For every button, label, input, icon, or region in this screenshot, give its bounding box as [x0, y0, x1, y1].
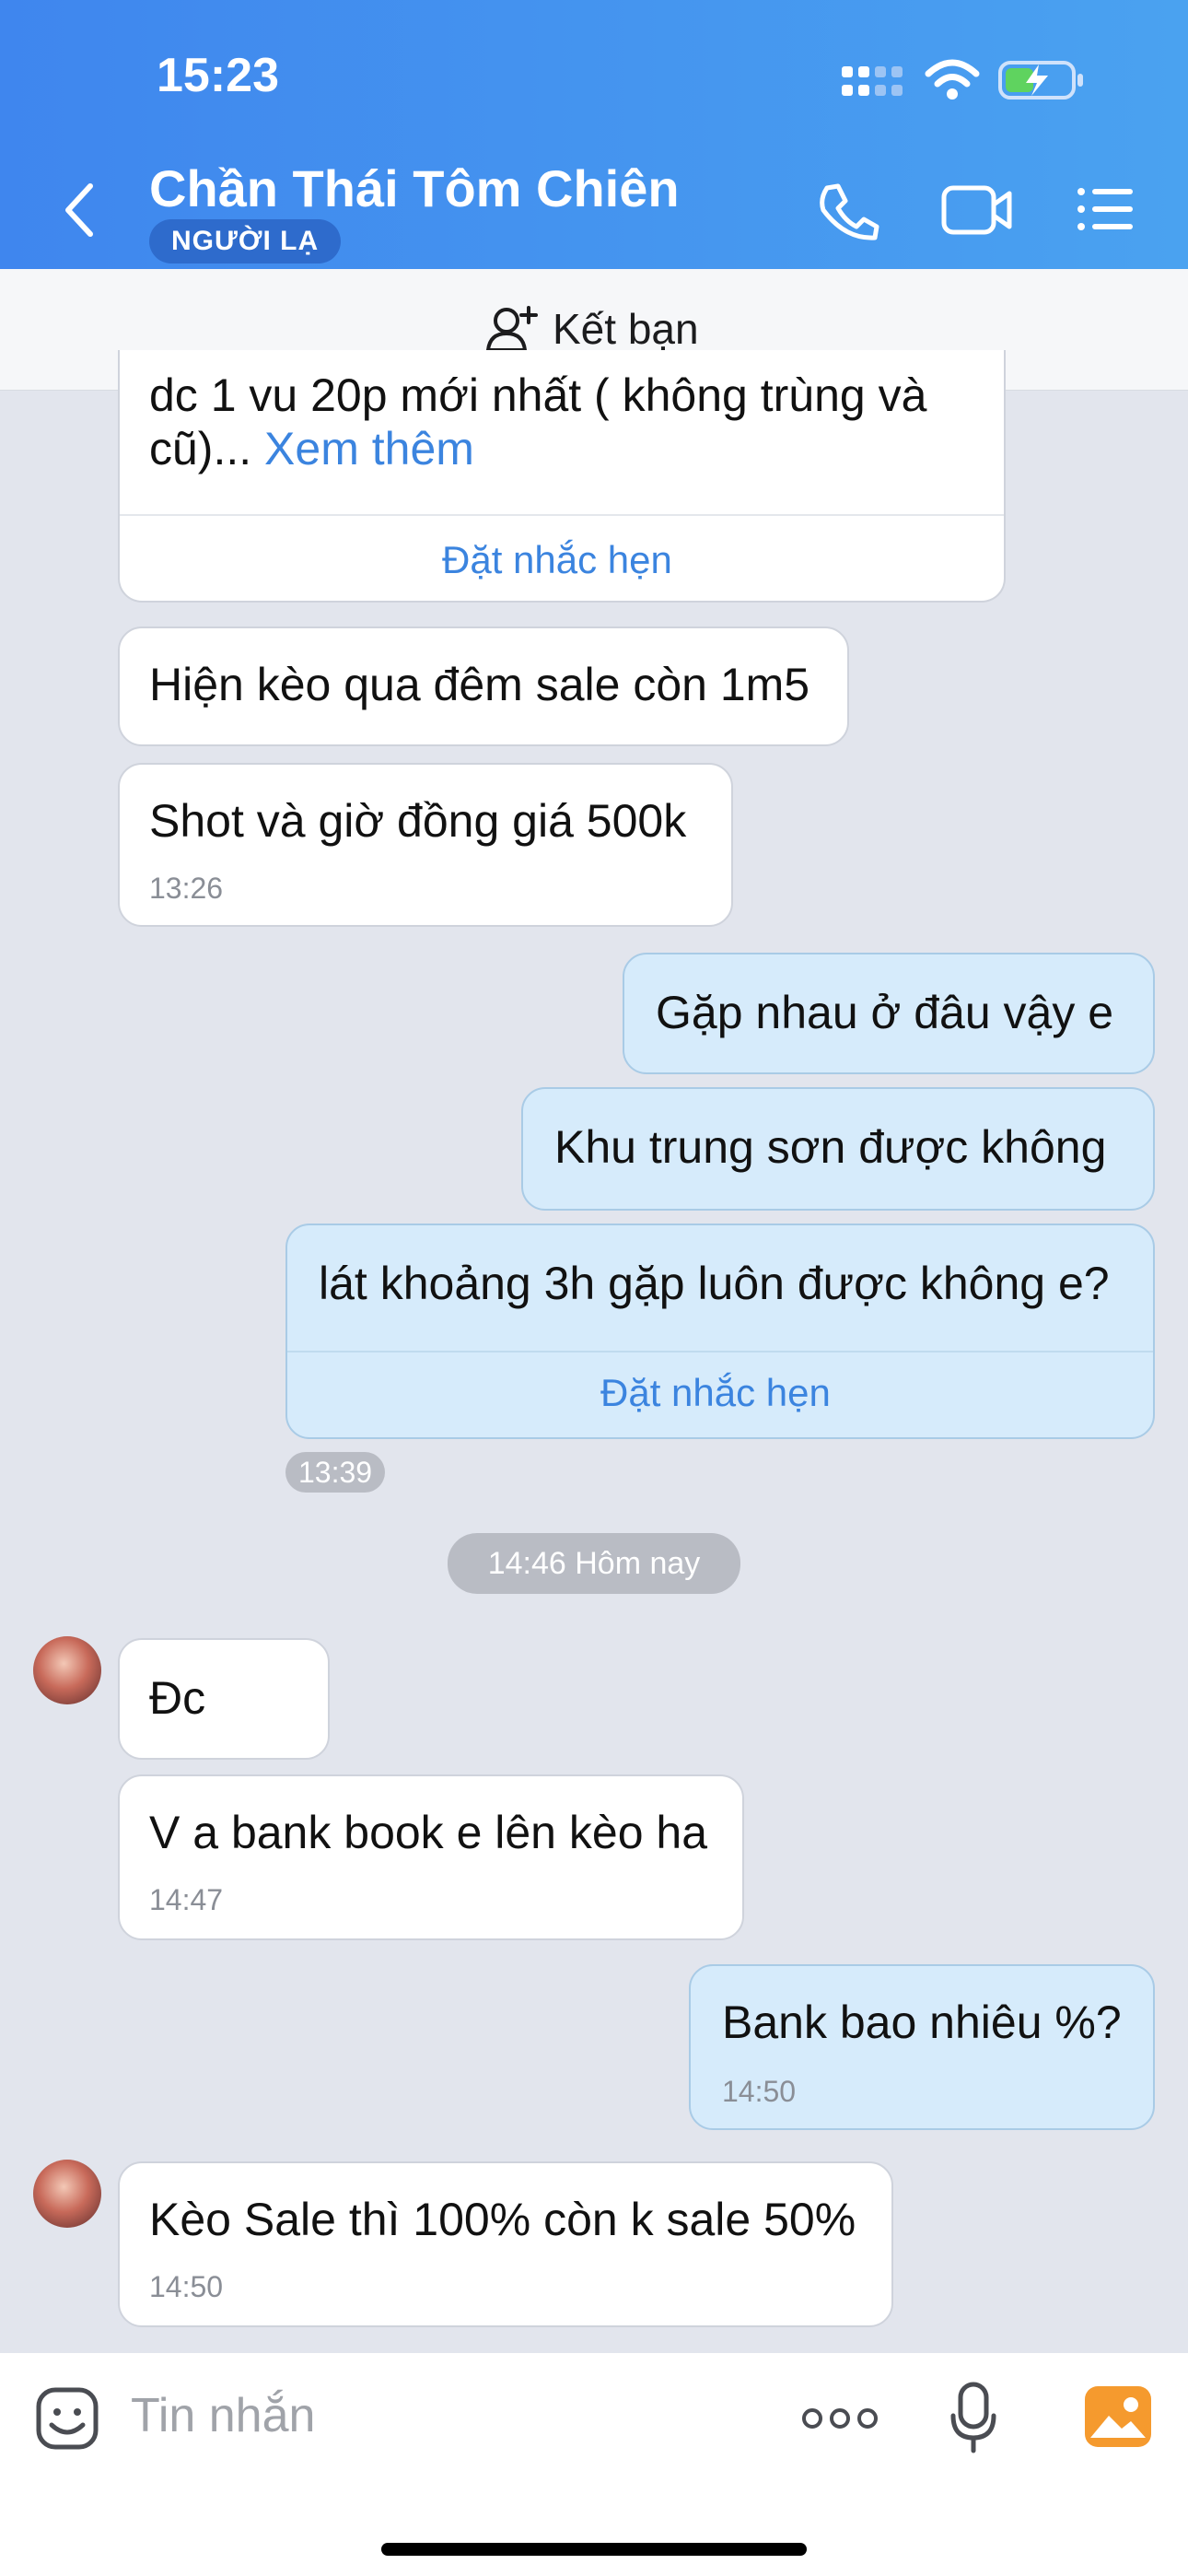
divider [120, 514, 1004, 516]
signal-icon [842, 66, 903, 96]
message-text: V a bank book e lên kèo ha [149, 1807, 708, 1858]
video-icon[interactable] [941, 184, 1013, 236]
stranger-badge: NGƯỜI LẠ [149, 219, 342, 263]
battery-icon [998, 61, 1083, 100]
message-text: Gặp nhau ở đâu vậy e [656, 987, 1114, 1038]
more-icon[interactable] [801, 2405, 879, 2432]
contact-name[interactable]: Chần Thái Tôm Chiên [149, 158, 680, 218]
message-input[interactable]: Tin nhắn [131, 2388, 315, 2443]
avatar[interactable] [33, 2160, 101, 2228]
message-text: Kèo Sale thì 100% còn k sale 50% [149, 2194, 856, 2245]
message-text: Bank bao nhiêu %? [722, 1996, 1122, 2048]
status-time: 15:23 [157, 49, 279, 102]
message-text: dc 1 vu 20p mới nhất ( không trùng và [149, 369, 927, 421]
menu-icon[interactable] [1076, 186, 1135, 232]
set-reminder-button[interactable]: Đặt nhắc hẹn [442, 538, 672, 582]
wifi-icon [925, 59, 980, 100]
add-friend-label[interactable]: Kết bạn [553, 304, 699, 354]
mic-icon[interactable] [950, 2381, 996, 2454]
message-time: 13:26 [149, 872, 224, 905]
message-time: 14:50 [149, 2270, 224, 2303]
message-time: 14:47 [149, 1883, 224, 1916]
message-time: 13:39 [285, 1452, 386, 1493]
add-friend-icon [486, 306, 538, 352]
set-reminder-button[interactable]: Đặt nhắc hẹn [600, 1371, 831, 1415]
divider [287, 1351, 1153, 1352]
phone-icon[interactable] [818, 182, 879, 240]
message-text: Khu trung sơn được không [554, 1121, 1107, 1173]
home-indicator [381, 2543, 807, 2556]
message-text: lát khoảng 3h gặp luôn được không e? [319, 1258, 1110, 1309]
message-time: 14:50 [722, 2075, 797, 2108]
sticker-icon[interactable] [35, 2386, 99, 2451]
gallery-icon[interactable] [1083, 2384, 1153, 2449]
message-text: Hiện kèo qua đêm sale còn 1m5 [149, 659, 810, 710]
date-separator: 14:46 Hôm nay [448, 1533, 740, 1594]
message-text: Shot và giờ đồng giá 500k [149, 795, 687, 847]
see-more-link[interactable]: Xem thêm [264, 423, 474, 474]
message-text: Đc [149, 1672, 206, 1724]
avatar[interactable] [33, 1636, 101, 1704]
back-icon[interactable] [61, 182, 98, 238]
message-text: cũ)... Xem thêm [149, 423, 474, 474]
